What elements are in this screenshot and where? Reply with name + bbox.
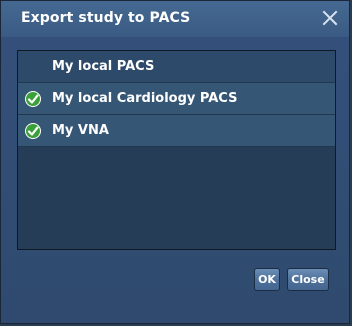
close-button[interactable]: Close — [287, 268, 329, 291]
export-dialog: Export study to PACS My local PACS My lo… — [0, 0, 350, 324]
list-item-my-local-cardiology-pacs[interactable]: My local Cardiology PACS — [18, 83, 335, 115]
green-checkmark-icon — [24, 90, 42, 108]
pacs-destination-list[interactable]: My local PACS My local Cardiology PACS M… — [17, 50, 336, 250]
list-item-label: My local Cardiology PACS — [52, 91, 238, 106]
list-item-label: My VNA — [52, 123, 109, 138]
ok-button[interactable]: OK — [254, 268, 280, 291]
dialog-title-bar[interactable]: Export study to PACS — [1, 1, 349, 37]
list-item-label: My local PACS — [52, 59, 155, 74]
green-checkmark-icon — [24, 122, 42, 140]
list-item-my-vna[interactable]: My VNA — [18, 115, 335, 147]
dialog-title: Export study to PACS — [21, 10, 191, 26]
close-icon[interactable] — [321, 9, 339, 27]
list-item-my-local-pacs[interactable]: My local PACS — [18, 51, 335, 83]
